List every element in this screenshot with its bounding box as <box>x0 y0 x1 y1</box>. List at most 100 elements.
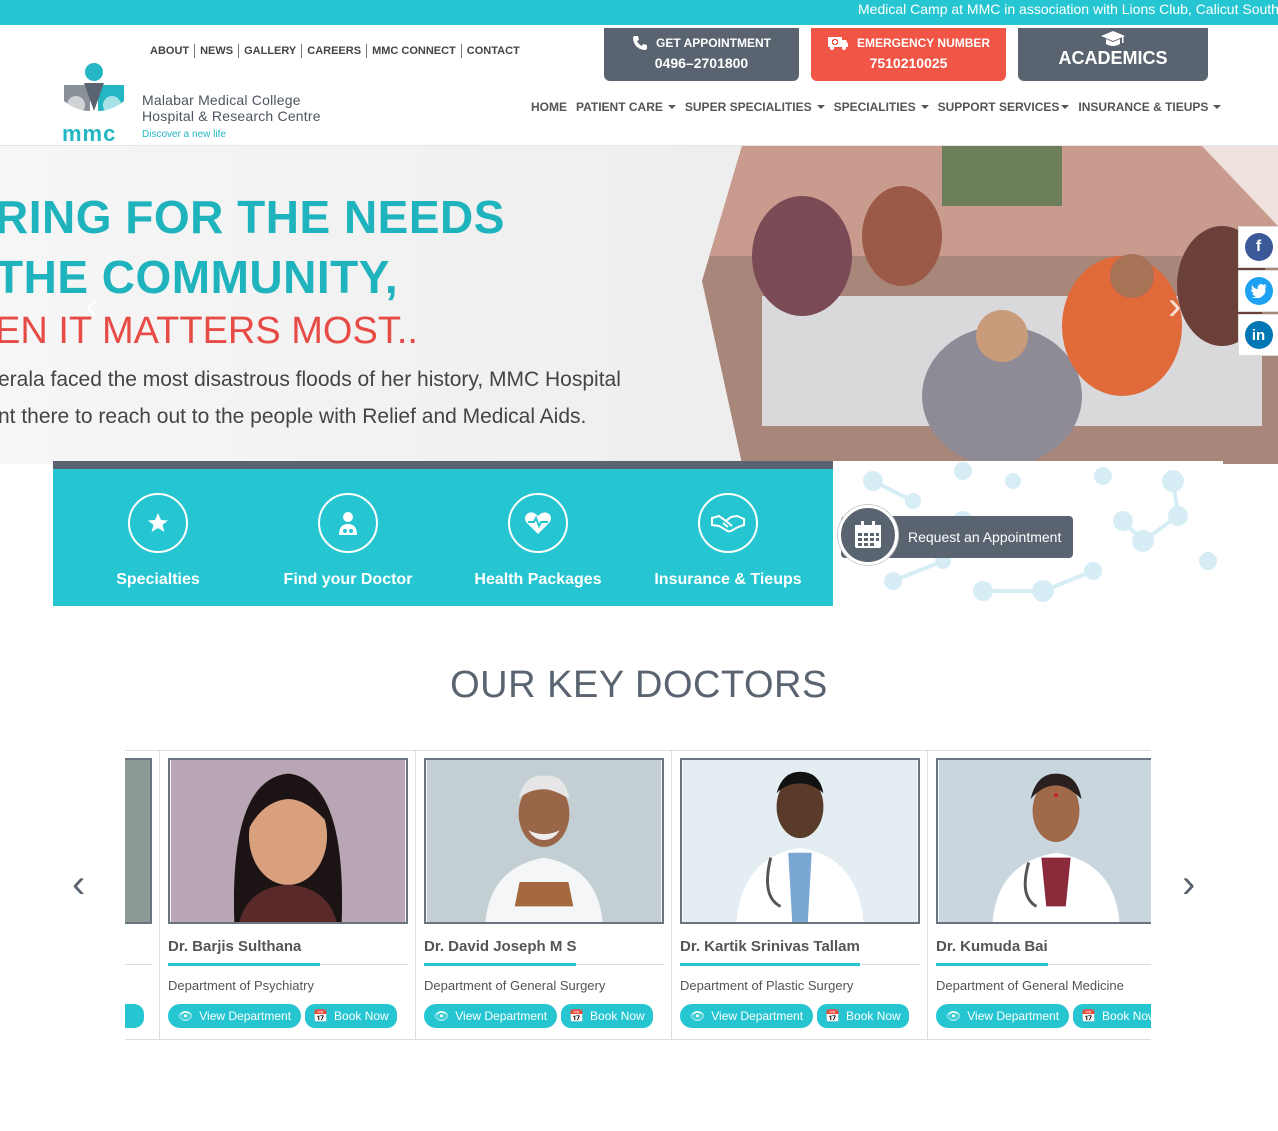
quicklink-specialties[interactable]: Specialties <box>63 493 253 589</box>
doctor-department: Department of General Surgery <box>424 978 606 993</box>
doctor-photo <box>680 758 920 924</box>
ticker-text[interactable]: Medical Camp at MMC in association with … <box>858 1 1278 17</box>
emergency-number: 7510210025 <box>869 55 948 71</box>
doctors-next-arrow[interactable]: › <box>1182 862 1195 907</box>
view-department-label: View Department <box>455 1009 548 1023</box>
toplink-mmc-connect[interactable]: MMC CONNECT <box>366 44 461 58</box>
quicklink-insurance[interactable]: Insurance & Tieups <box>633 493 823 589</box>
view-department-button[interactable]: 👁 View Department <box>168 1004 302 1028</box>
appointment-number: 0496–2701800 <box>654 55 749 71</box>
book-now-button[interactable]: 📅 Book Now <box>817 1004 909 1028</box>
toplink-gallery[interactable]: GALLERY <box>238 44 301 58</box>
logo-mark-icon <box>64 63 124 114</box>
view-department-button[interactable]: 👁 View Department <box>936 1004 1070 1028</box>
site-logo[interactable]: mmc Malabar Medical College Hospital & R… <box>62 61 342 146</box>
doctor-card-partial <box>125 751 159 1039</box>
news-ticker[interactable]: Medical Camp at MMC in association with … <box>0 0 1278 25</box>
logo-line2: Hospital & Research Centre <box>142 108 321 124</box>
hero-headline-2: THE COMMUNITY, <box>0 251 399 303</box>
eye-icon: 👁 <box>690 1009 706 1023</box>
appointment-label: GET APPOINTMENT <box>656 36 771 50</box>
nav-insurance-tieups[interactable]: INSURANCE & TIEUPS <box>1078 100 1222 114</box>
logo-line1: Malabar Medical College <box>142 92 301 108</box>
name-underline <box>936 963 1151 966</box>
book-now-label: Book Now <box>846 1009 901 1023</box>
toplink-about[interactable]: ABOUT <box>150 44 194 58</box>
request-appointment-label: Request an Appointment <box>908 529 1062 545</box>
emergency-number-button[interactable]: EMERGENCY NUMBER 7510210025 <box>811 28 1006 81</box>
doctor-card: Dr. Kumuda Bai Department of General Med… <box>927 751 1151 1039</box>
divider <box>125 964 152 965</box>
book-now-label: Book Now <box>334 1009 389 1023</box>
view-department-button[interactable]: 👁 View Department <box>424 1004 558 1028</box>
nav-support-services[interactable]: SUPPORT SERVICES <box>938 100 1070 114</box>
graduation-cap-icon <box>1101 31 1125 46</box>
nav-specialities[interactable]: SPECIALITIES <box>834 100 929 114</box>
nav-patient-care-label: PATIENT CARE <box>576 100 663 114</box>
top-links: ABOUT NEWS GALLERY CAREERS MMC CONNECT C… <box>150 44 525 58</box>
academics-button[interactable]: ACADEMICS <box>1018 28 1208 81</box>
view-department-label: View Department <box>199 1009 292 1023</box>
quicklink-insurance-label: Insurance & Tieups <box>654 571 802 588</box>
book-now-label: Book Now <box>1102 1009 1151 1023</box>
logo-tagline: Discover a new life <box>142 129 226 140</box>
chevron-down-icon <box>1213 105 1222 109</box>
academics-label: ACADEMICS <box>1058 48 1168 68</box>
card-buttons <box>125 1004 144 1028</box>
doctor-photo <box>125 758 152 924</box>
book-now-label: Book Now <box>590 1009 645 1023</box>
quicklink-find-doctor[interactable]: Find your Doctor <box>253 493 443 589</box>
handshake-icon <box>698 493 758 553</box>
book-now-button[interactable]: 📅 Book Now <box>561 1004 653 1028</box>
book-now-button[interactable]: 📅 Book Now <box>305 1004 397 1028</box>
get-appointment-button[interactable]: GET APPOINTMENT 0496–2701800 <box>604 28 799 81</box>
doctor-card: Dr. Barjis Sulthana Department of Psychi… <box>159 751 415 1039</box>
view-department-button[interactable]: 👁 View Department <box>680 1004 814 1028</box>
chevron-down-icon <box>816 105 825 109</box>
book-now-button[interactable]: 📅 Book Now <box>1073 1004 1151 1028</box>
hero-paragraph-1: erala faced the most disastrous floods o… <box>0 368 621 391</box>
doctor-card: Dr. David Joseph M S Department of Gener… <box>415 751 671 1039</box>
hero-paragraph-2: nt there to reach out to the people with… <box>0 405 587 428</box>
facebook-link[interactable]: f <box>1238 226 1278 268</box>
doctor-icon <box>318 493 378 553</box>
quicklink-find-doctor-label: Find your Doctor <box>283 571 413 588</box>
toplink-news[interactable]: NEWS <box>194 44 238 58</box>
doctor-name[interactable]: Dr. David Joseph M S <box>424 938 577 955</box>
card-buttons: 👁 View Department 📅 Book Now <box>168 1004 397 1028</box>
doctor-department: Department of General Medicine <box>936 978 1124 993</box>
hero-prev-arrow[interactable]: ‹ <box>85 284 98 329</box>
nav-home[interactable]: HOME <box>531 100 567 114</box>
doctor-name[interactable]: Dr. Barjis Sulthana <box>168 938 301 955</box>
calendar-icon: 📅 <box>313 1009 329 1023</box>
eye-icon: 👁 <box>178 1009 194 1023</box>
eye-icon: 👁 <box>434 1009 450 1023</box>
nav-super-specialities[interactable]: SUPER SPECIALITIES <box>685 100 825 114</box>
doctor-name[interactable]: Dr. Kartik Srinivas Tallam <box>680 938 860 955</box>
doctor-name[interactable]: Dr. Kumuda Bai <box>936 938 1048 955</box>
medical-camp-photo <box>702 146 1278 464</box>
nav-super-specialities-label: SUPER SPECIALITIES <box>684 100 812 114</box>
quicklink-specialties-label: Specialties <box>116 571 200 588</box>
hero-next-arrow[interactable]: › <box>1168 284 1181 329</box>
doctor-photo <box>424 758 664 924</box>
calendar-icon: 📅 <box>569 1009 585 1023</box>
quicklink-health-packages-label: Health Packages <box>474 571 602 588</box>
view-department-label: View Department <box>711 1009 804 1023</box>
toplink-contact[interactable]: CONTACT <box>460 44 525 58</box>
site-header: ABOUT NEWS GALLERY CAREERS MMC CONNECT C… <box>0 25 1278 146</box>
appointment-panel: Request an Appointment <box>833 461 1223 606</box>
linkedin-link[interactable]: in <box>1238 314 1278 356</box>
doctor-department: Department of Plastic Surgery <box>680 978 854 993</box>
doctors-prev-arrow[interactable]: ‹ <box>72 862 85 907</box>
quicklink-health-packages[interactable]: Health Packages <box>443 493 633 589</box>
twitter-link[interactable] <box>1238 270 1278 312</box>
nav-home-label: HOME <box>531 100 567 114</box>
book-now-button[interactable] <box>125 1004 144 1028</box>
nav-patient-care[interactable]: PATIENT CARE <box>576 100 676 114</box>
nav-specialities-label: SPECIALITIES <box>833 100 916 114</box>
calendar-icon[interactable] <box>838 505 898 565</box>
toplink-careers[interactable]: CAREERS <box>301 44 366 58</box>
linkedin-icon: in <box>1244 321 1273 349</box>
facebook-icon: f <box>1244 233 1273 261</box>
